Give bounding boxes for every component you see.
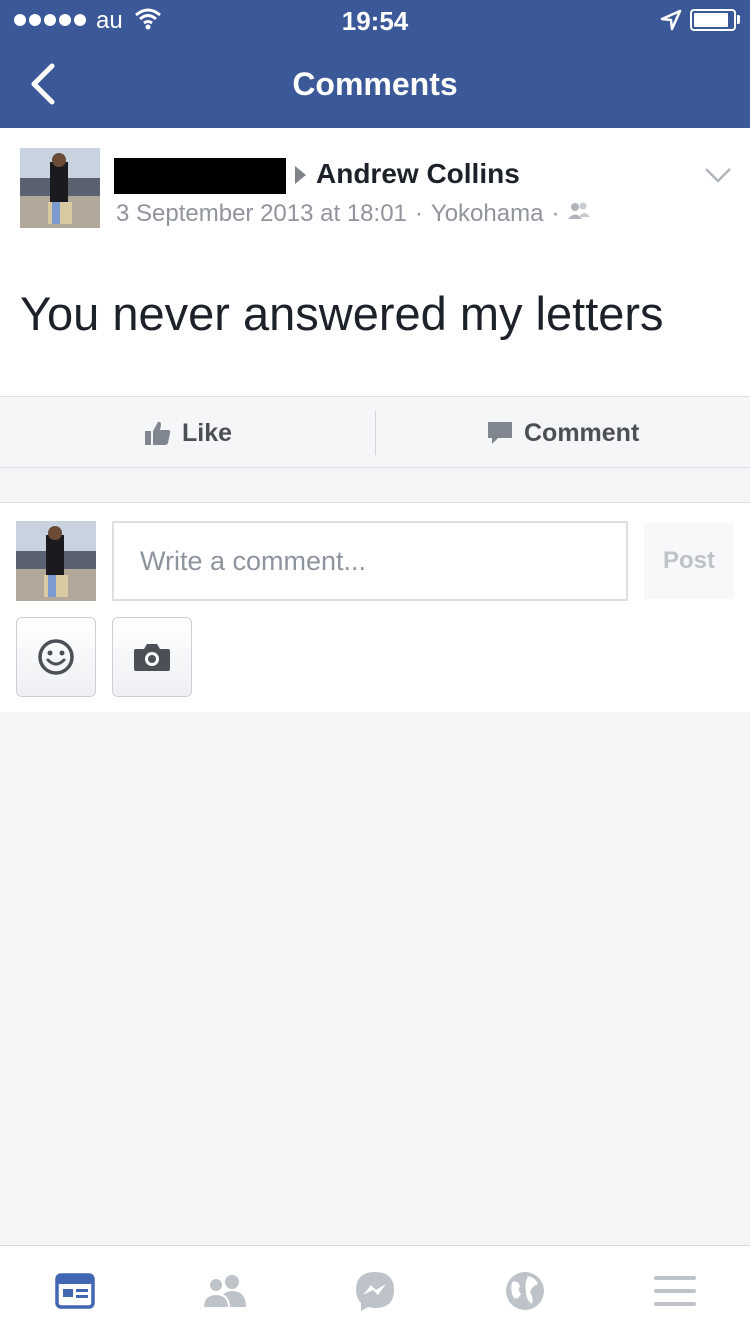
tab-menu[interactable] [600, 1246, 750, 1334]
like-label: Like [182, 418, 233, 447]
friends-icon [202, 1274, 246, 1309]
comment-input[interactable] [112, 521, 628, 601]
messenger-icon [356, 1271, 394, 1311]
post-author[interactable]: Andrew Collins [316, 158, 520, 190]
redacted-name [114, 158, 286, 194]
menu-icon [654, 1275, 696, 1306]
comment-bubble-icon [486, 420, 514, 446]
camera-button[interactable] [112, 617, 192, 697]
battery-tip [737, 15, 740, 24]
battery-icon [690, 9, 736, 31]
tab-bar [0, 1245, 750, 1334]
thumbs-up-icon [144, 420, 172, 446]
post-date[interactable]: 3 September 2013 at 18:01 [116, 200, 407, 228]
news-feed-icon [55, 1272, 95, 1309]
comment-label: Comment [524, 418, 640, 447]
friends-audience-icon [567, 200, 591, 228]
tab-notifications[interactable] [450, 1246, 600, 1334]
post-message: You never answered my letters [20, 287, 664, 340]
page-title: Comments [292, 66, 458, 102]
tab-friends[interactable] [150, 1246, 300, 1334]
comment-button[interactable]: Comment [486, 397, 639, 469]
tab-news-feed[interactable] [0, 1246, 150, 1334]
globe-icon [506, 1271, 544, 1310]
status-time: 19:54 [341, 6, 409, 36]
actions-divider [375, 411, 376, 455]
comment-composer: Post [0, 502, 750, 712]
author-avatar[interactable] [20, 148, 100, 228]
post-options-chevron-icon[interactable] [704, 166, 732, 189]
post-button[interactable]: Post [644, 523, 734, 599]
caret-right-icon [295, 166, 306, 184]
emoji-button[interactable] [16, 617, 96, 697]
post-location[interactable]: Yokohama [431, 200, 544, 228]
tab-messenger[interactable] [300, 1246, 450, 1334]
post-card: Andrew Collins 3 September 2013 at 18:01… [0, 128, 750, 468]
like-button[interactable]: Like [144, 397, 232, 469]
location-arrow-icon [660, 9, 682, 36]
meta-separator: · [551, 200, 560, 227]
battery-level [694, 13, 729, 27]
post-meta: 3 September 2013 at 18:01 · Yokohama · [116, 200, 591, 228]
user-avatar [16, 521, 96, 601]
top-bar: au 19:54 Comments [0, 0, 750, 128]
smiley-icon [38, 639, 74, 675]
post-actions-bar: Like Comment [0, 396, 750, 468]
status-bar: au 19:54 [0, 0, 750, 40]
meta-separator: · [414, 200, 423, 227]
camera-icon [134, 644, 170, 671]
